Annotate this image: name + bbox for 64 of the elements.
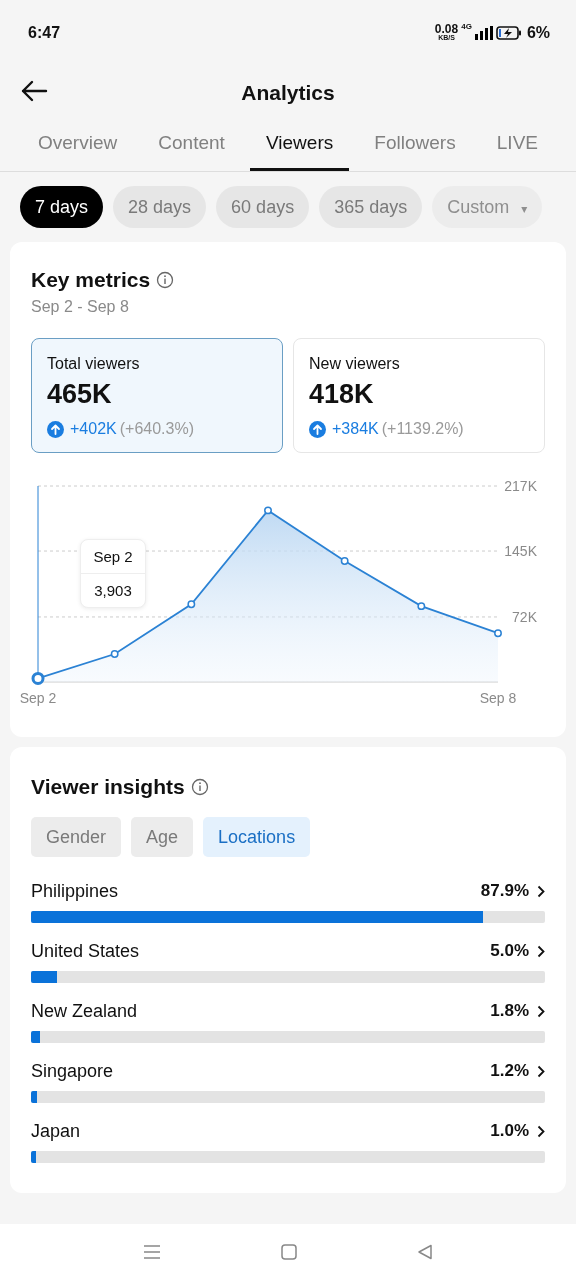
data-point bbox=[110, 650, 119, 658]
info-icon[interactable] bbox=[156, 271, 175, 289]
metric-label: New viewers bbox=[309, 355, 401, 373]
location-percent: 1.2% bbox=[490, 1061, 529, 1081]
filter-tab[interactable]: Locations bbox=[203, 817, 311, 857]
data-point bbox=[187, 600, 196, 609]
tab[interactable]: Content bbox=[142, 124, 241, 171]
location-percent: 87.9% bbox=[480, 881, 529, 901]
location-percent: 1.8% bbox=[490, 1001, 529, 1021]
signal-icon bbox=[474, 26, 493, 40]
location-percent: 1.0% bbox=[490, 1121, 529, 1141]
range-chip[interactable]: 7 days bbox=[20, 186, 104, 228]
data-point bbox=[417, 602, 426, 611]
info-icon[interactable] bbox=[190, 778, 209, 796]
chevron-right-icon[interactable] bbox=[537, 1064, 545, 1078]
date-range: Sep 2 - Sep 8 bbox=[30, 297, 130, 316]
location-name: New Zealand bbox=[31, 1000, 139, 1022]
axis-tick-label: 72K bbox=[512, 608, 537, 625]
clock-time: 6:47 bbox=[28, 24, 61, 42]
back-triangle-icon[interactable] bbox=[417, 1244, 433, 1260]
tab[interactable]: LIVE bbox=[480, 124, 554, 171]
axis-tick-label: 217K bbox=[504, 478, 537, 494]
section-title: Key metrics bbox=[31, 268, 151, 292]
metric-change: +384K bbox=[332, 420, 379, 438]
data-point bbox=[264, 506, 272, 515]
metric-card[interactable]: Total viewers 465K +402K (+640.3%) bbox=[31, 338, 283, 453]
data-point bbox=[31, 671, 45, 685]
metric-value: 465K bbox=[47, 379, 113, 410]
battery-level: 6% bbox=[526, 24, 550, 42]
chevron-right-icon[interactable] bbox=[537, 944, 545, 958]
range-chip[interactable]: 60 days bbox=[216, 186, 310, 228]
metric-change: +402K bbox=[70, 420, 117, 438]
axis-tick-label: Sep 8 bbox=[479, 690, 517, 706]
chevron-right-icon[interactable] bbox=[537, 1004, 545, 1018]
chevron-right-icon[interactable] bbox=[537, 1124, 545, 1138]
location-name: United States bbox=[31, 940, 141, 962]
metric-percent: (+1139.2%) bbox=[381, 420, 464, 438]
tooltip-date: Sep 2 bbox=[81, 540, 145, 574]
metric-card[interactable]: New viewers 418K +384K (+1139.2%) bbox=[293, 338, 545, 453]
tab[interactable]: Viewers bbox=[250, 124, 350, 171]
metric-value: 418K bbox=[309, 379, 375, 410]
tooltip-value: 3,903 bbox=[93, 581, 133, 601]
network-type: 4G bbox=[461, 22, 472, 31]
location-name: Japan bbox=[31, 1120, 82, 1142]
page-title: Analytics bbox=[241, 81, 335, 105]
tab[interactable]: Followers bbox=[358, 124, 472, 171]
chevron-right-icon[interactable] bbox=[537, 884, 545, 898]
range-chip[interactable]: 28 days bbox=[113, 186, 207, 228]
tab[interactable]: Overview bbox=[22, 124, 134, 171]
section-title: Viewer insights bbox=[31, 775, 185, 799]
axis-tick-label: Sep 2 bbox=[19, 690, 57, 706]
location-percent: 5.0% bbox=[490, 941, 529, 961]
location-name: Philippines bbox=[31, 880, 120, 902]
metric-label: Total viewers bbox=[47, 355, 141, 373]
home-square-icon[interactable] bbox=[281, 1244, 297, 1260]
metric-percent: (+640.3%) bbox=[119, 420, 194, 438]
battery-charging-icon bbox=[495, 26, 522, 40]
range-chip[interactable]: 365 days bbox=[319, 186, 423, 228]
axis-tick-label: 145K bbox=[504, 543, 537, 560]
location-name: Singapore bbox=[31, 1060, 115, 1082]
data-point bbox=[494, 629, 502, 638]
data-point bbox=[340, 557, 349, 565]
filter-tab[interactable]: Gender bbox=[31, 817, 122, 857]
filter-tab[interactable]: Age bbox=[131, 817, 194, 857]
